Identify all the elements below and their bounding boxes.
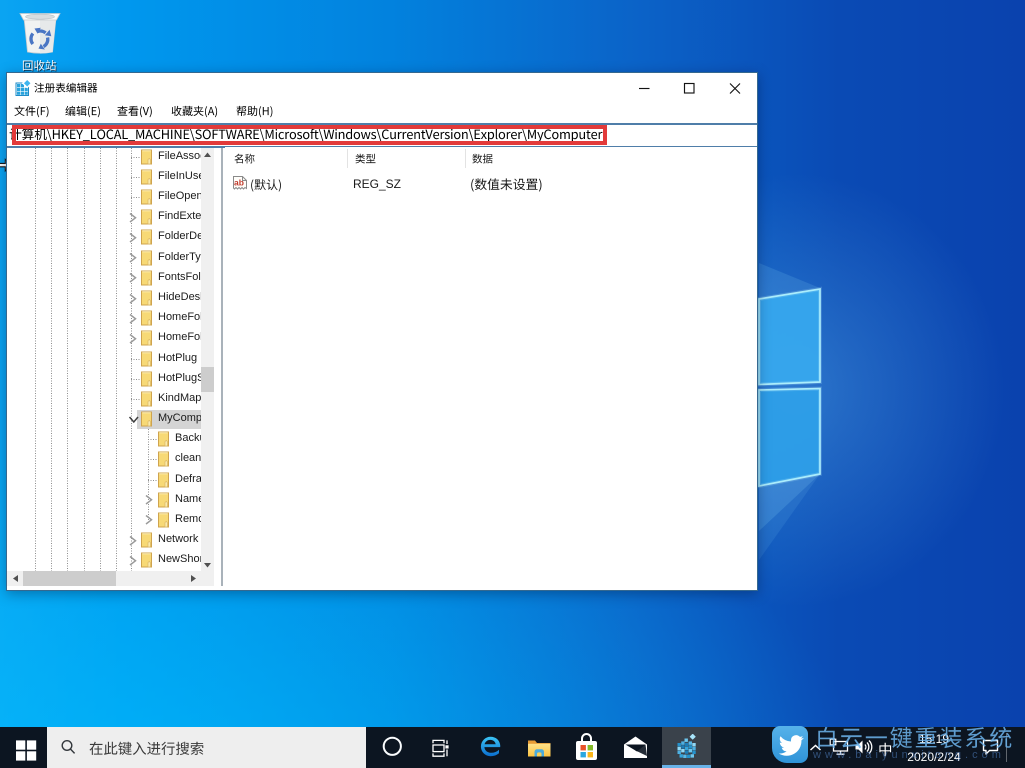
svg-text:ab: ab <box>234 178 244 188</box>
